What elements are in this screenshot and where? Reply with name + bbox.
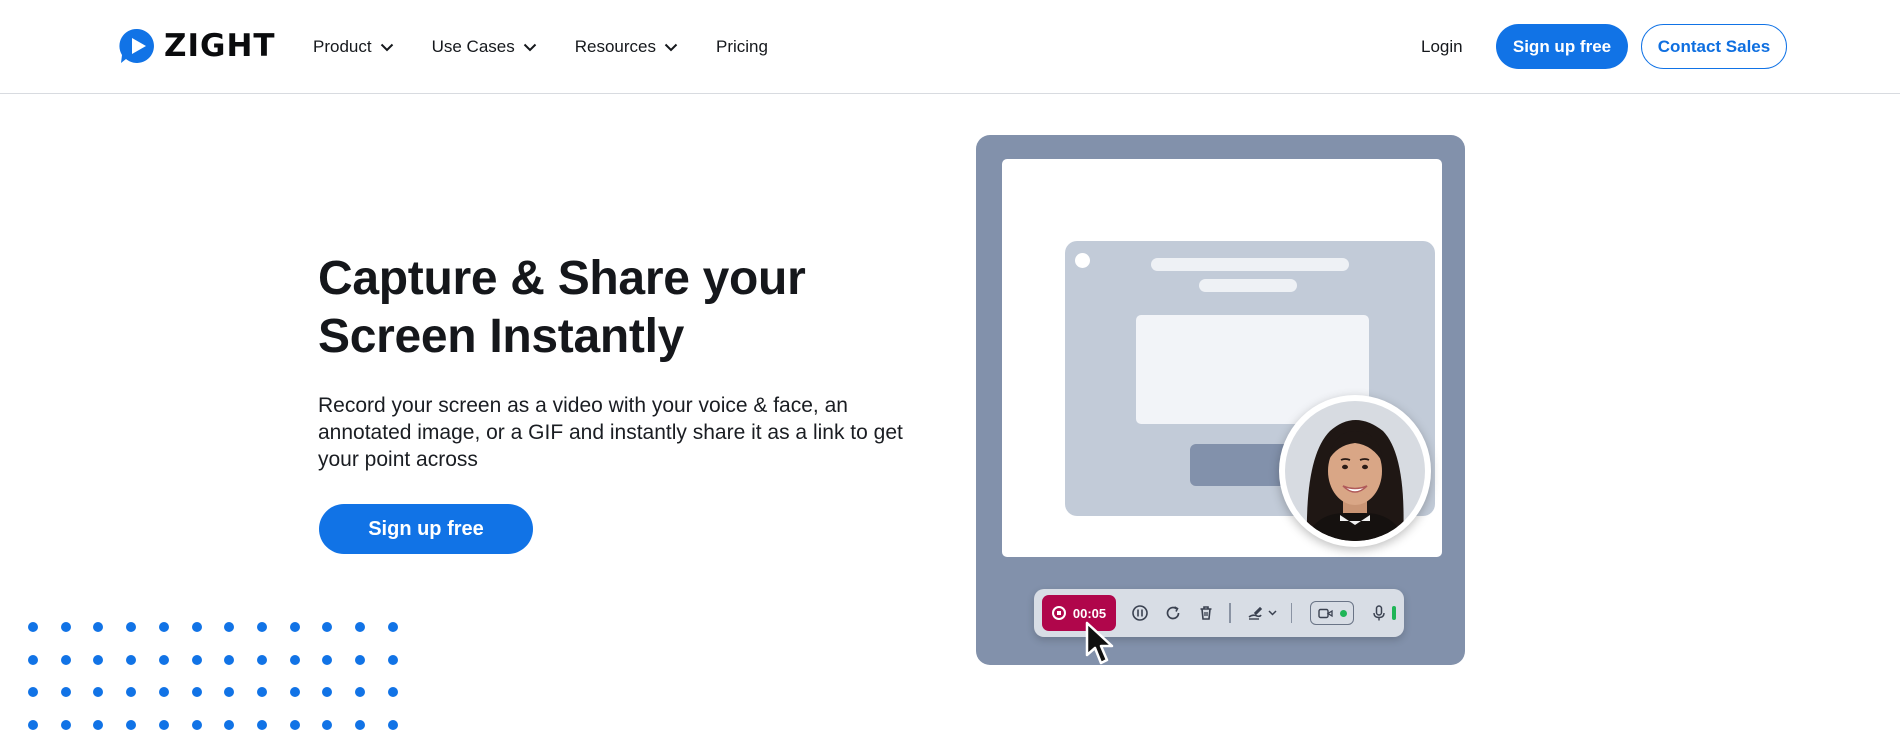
decorative-dot (126, 720, 137, 731)
nav-pricing-label: Pricing (716, 37, 768, 56)
decorative-dot (93, 622, 104, 632)
recording-timer: 00:05 (1072, 605, 1107, 621)
decorative-dot (93, 720, 104, 731)
stop-icon (1051, 606, 1066, 620)
person-avatar-icon (1285, 401, 1425, 541)
hero-title-line-2: Screen Instantly (318, 310, 685, 363)
login-link[interactable]: Login (1421, 37, 1463, 57)
decorative-dot (322, 687, 333, 698)
draw-icon[interactable] (1246, 604, 1264, 622)
decorative-dot (322, 654, 333, 665)
camera-icon (1317, 608, 1333, 618)
decorative-dot (158, 654, 169, 665)
decorative-dot (191, 654, 202, 665)
header-signup-button[interactable]: Sign up free (1496, 24, 1628, 69)
decorative-dot (224, 654, 235, 665)
decorative-dot (322, 720, 333, 731)
mic-level-indicator (1392, 606, 1396, 620)
decorative-dot (60, 654, 71, 665)
hero-title-line-1: Capture & Share your (318, 252, 806, 305)
decorative-dot (28, 622, 38, 632)
restart-icon[interactable] (1164, 604, 1182, 622)
decorative-dot (126, 687, 137, 698)
product-illustration: 00:05 (976, 135, 1465, 665)
decorative-dot (256, 687, 267, 698)
decorative-dot (355, 687, 365, 698)
camera-toggle[interactable] (1310, 601, 1354, 625)
decorative-dot (158, 622, 169, 632)
hero-description: Record your screen as a video with your … (318, 394, 903, 471)
nav-use-cases-label: Use Cases (431, 37, 515, 56)
decorative-dot (224, 687, 235, 698)
decorative-dot (126, 654, 137, 665)
decorative-dot (256, 654, 267, 665)
toolbar-divider (1290, 603, 1292, 623)
decorative-dot (322, 622, 333, 632)
decorative-dot (387, 654, 398, 665)
hero-signup-button[interactable]: Sign up free (319, 504, 533, 554)
nav-product-label: Product (313, 37, 372, 56)
decorative-dot (191, 622, 202, 632)
mouse-cursor-icon (1085, 621, 1114, 665)
decorative-dot (191, 720, 202, 731)
toolbar-divider (1229, 603, 1231, 623)
placeholder-bar (1199, 279, 1297, 292)
decorative-dot (28, 654, 38, 665)
decorative-dot (126, 622, 137, 632)
decorative-dot (93, 654, 104, 665)
nav-use-cases[interactable]: Use Cases (432, 37, 537, 57)
decorative-dot (60, 622, 71, 632)
pause-icon[interactable] (1131, 604, 1149, 622)
decorative-dot (355, 720, 365, 731)
decorative-dot (387, 720, 398, 731)
decorative-dot-grid (28, 622, 408, 732)
nav-product[interactable]: Product (313, 37, 394, 57)
decorative-dot (256, 720, 267, 731)
webcam-avatar (1279, 395, 1431, 547)
zight-logo[interactable]: ZIGHT (119, 28, 276, 64)
decorative-dot (387, 622, 398, 632)
camera-active-indicator (1339, 609, 1347, 617)
decorative-dot (256, 622, 267, 632)
main-nav: Product Use Cases Resources Pricing (313, 0, 806, 94)
brand-name: ZIGHT (164, 28, 276, 64)
microphone-icon[interactable] (1370, 604, 1388, 622)
decorative-dot (158, 687, 169, 698)
decorative-dot (60, 687, 71, 698)
trash-icon[interactable] (1197, 604, 1215, 622)
decorative-dot (224, 720, 235, 731)
chevron-down-icon (380, 43, 393, 51)
decorative-dot (28, 687, 38, 698)
site-header: ZIGHT Product Use Cases Resources Pricin… (0, 0, 1900, 94)
decorative-dot (224, 622, 235, 632)
nav-resources[interactable]: Resources (575, 37, 678, 57)
chevron-down-icon (664, 43, 678, 51)
decorative-dot (387, 687, 398, 698)
decorative-dot (289, 622, 300, 632)
nav-resources-label: Resources (574, 37, 656, 56)
decorative-dot (60, 720, 71, 731)
decorative-dot (289, 654, 300, 665)
placeholder-bar (1151, 258, 1349, 271)
chevron-down-icon[interactable] (1267, 610, 1277, 616)
contact-sales-button[interactable]: Contact Sales (1641, 24, 1787, 69)
decorative-dot (93, 687, 104, 698)
decorative-dot (28, 720, 38, 731)
chevron-down-icon (523, 43, 536, 51)
decorative-dot (289, 687, 300, 698)
nav-pricing[interactable]: Pricing (716, 37, 768, 57)
decorative-dot (289, 720, 300, 731)
window-dot (1075, 253, 1090, 268)
decorative-dot (158, 720, 169, 731)
decorative-dot (191, 687, 202, 698)
zight-logo-icon (119, 28, 154, 63)
decorative-dot (355, 622, 365, 632)
hero-title: Capture & Share your Screen Instantly (318, 250, 878, 366)
decorative-dot (355, 654, 365, 665)
